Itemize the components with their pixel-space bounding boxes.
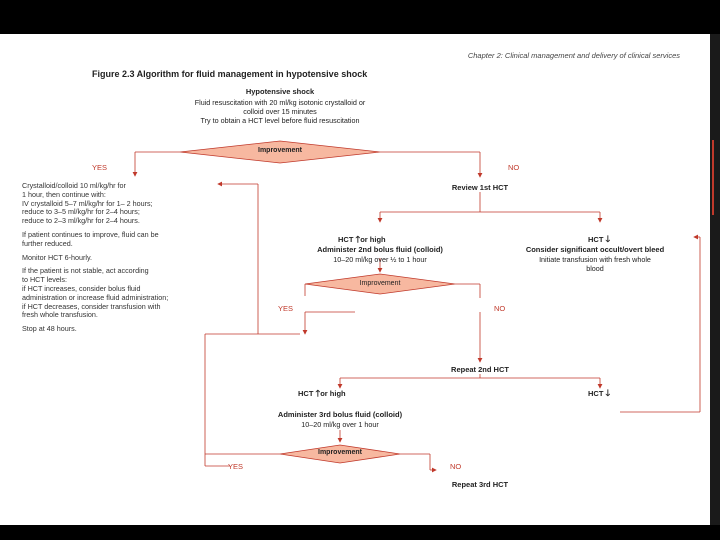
page-edge-bar [710,34,720,525]
hct-high-2-suffix: or high [320,389,346,398]
decision-3-label: Improvement [318,449,362,456]
section-marker [712,140,714,215]
bolus-2-title: Administer 2nd bolus fluid (colloid) [317,245,443,254]
decision-3-no: NO [450,462,462,471]
review-1st-hct: Review 1st HCT [451,183,509,192]
bolus-3-detail: 10–20 ml/kg over 1 hour [301,420,379,429]
decision-2-no: NO [494,304,506,313]
left-p1-l5: reduce to 2–3 ml/kg/hr for 2–4 hours. [22,216,140,226]
left-p2-l2: further reduced. [22,238,73,248]
left-instructions: Crystalloid/colloid 10 ml/kg/hr for 1 ho… [22,181,168,334]
left-p4-l6: fresh whole transfusion. [22,310,98,320]
arrow-down-icon: 🡓 [605,388,611,398]
left-p5-l1: Stop at 48 hours. [22,324,77,334]
chapter-header: Chapter 2: Clinical management and deliv… [467,51,680,60]
arrow-down-icon: 🡓 [605,234,611,244]
decision-2-yes: YES [278,304,294,313]
hct-high-1-prefix: HCT [338,235,354,244]
bolus-2-detail: 10–20 ml/kg over ½ to 1 hour [333,255,427,264]
left-p3-l1: Monitor HCT 6-hourly. [22,252,93,262]
repeat-2nd-hct: Repeat 2nd HCT [451,365,509,374]
hct-low-2: HCT 🡓 [588,386,610,402]
hct-low-2-prefix: HCT [588,389,604,398]
figure-title: Figure 2.3 Algorithm for fluid managemen… [92,69,368,79]
decision-1-label: Improvement [258,147,302,154]
intro-line-1: Fluid resuscitation with 20 ml/kg isoton… [194,98,366,107]
bleed-line-2: blood [586,264,604,273]
bleed-line-1: Initiate transfusion with fresh whole [539,255,651,264]
bleed-title: Consider significant occult/overt bleed [525,245,665,254]
repeat-3rd-hct: Repeat 3rd HCT [451,480,509,489]
decision-2-label: Improvement [359,280,401,287]
decision-1-no: NO [508,163,520,172]
intro-line-3: Try to obtain a HCT level before fluid r… [200,116,360,125]
hct-high-2: HCT 🡑or high [298,386,346,402]
hct-high-1-suffix: or high [360,235,386,244]
document-page: Chapter 2: Clinical management and deliv… [0,34,720,525]
intro-line-2: colloid over 15 minutes [243,107,317,116]
hct-low-1-prefix: HCT [588,235,604,244]
decision-1-yes: YES [92,163,108,172]
intro-title: Hypotensive shock [245,87,315,96]
bolus-3-title: Administer 3rd bolus fluid (colloid) [277,410,403,419]
hct-high-2-prefix: HCT [298,389,314,398]
decision-3-yes: YES [228,462,244,471]
